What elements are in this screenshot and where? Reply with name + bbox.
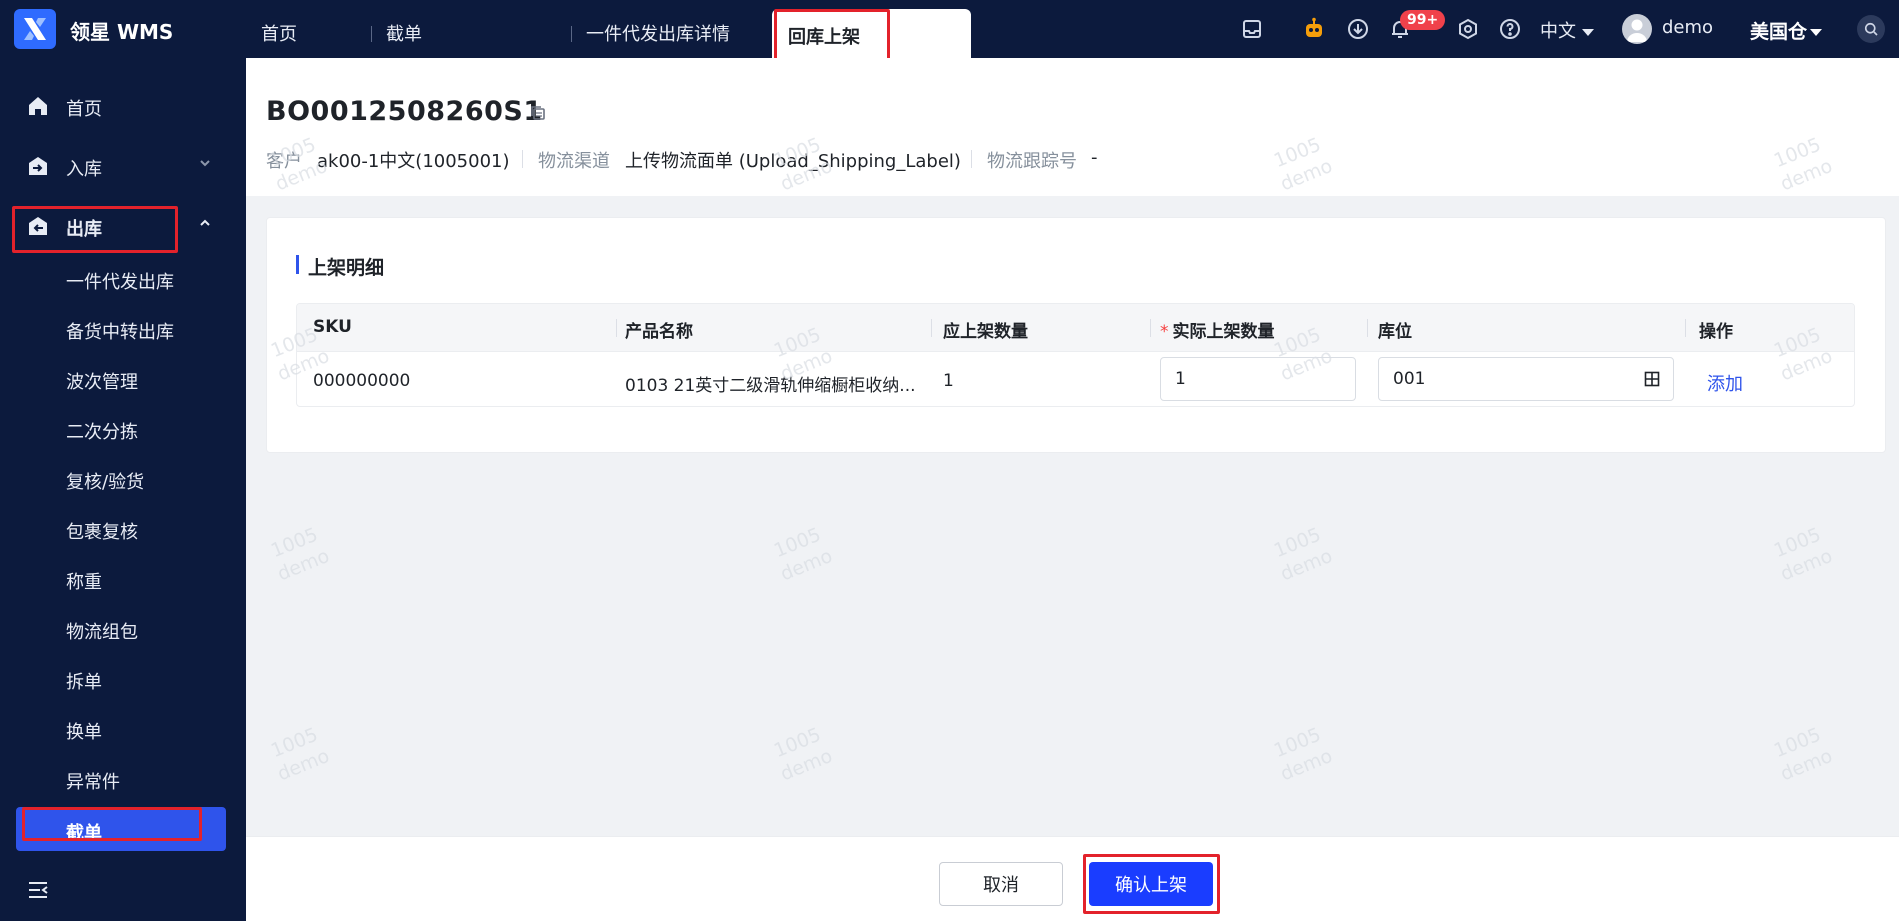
language-label: 中文 [1540, 21, 1576, 42]
sidebar-subitem-change-label[interactable]: 换单 [66, 718, 102, 744]
sidebar-subitem-split-order[interactable]: 拆单 [66, 668, 102, 694]
location-input[interactable]: 001 [1378, 357, 1674, 401]
tracking-label: 物流跟踪号 [987, 151, 1077, 172]
column-header-actual-qty: * 实际上架数量 [1160, 317, 1275, 342]
watermark: 1005 demo [768, 522, 836, 587]
help-icon[interactable] [1498, 17, 1522, 41]
column-header-action: 操作 [1699, 322, 1733, 342]
copy-icon[interactable] [529, 104, 547, 122]
sidebar-subitem-weighing[interactable]: 称重 [66, 568, 102, 594]
sidebar-subitem-label: 截单 [66, 823, 102, 844]
warehouse-label: 美国仓 [1750, 21, 1808, 43]
search-button[interactable] [1857, 15, 1885, 43]
sidebar-subitem-exceptions[interactable]: 异常件 [66, 768, 120, 794]
channel-label: 物流渠道 [538, 151, 610, 172]
outbound-icon [29, 217, 47, 235]
watermark: 1005 demo [265, 522, 333, 587]
language-selector[interactable]: 中文 [1540, 17, 1594, 43]
required-mark: * [1160, 322, 1169, 342]
column-header-product-name: 产品名称 [625, 322, 693, 342]
tab-divider [571, 26, 572, 42]
tracking-value: - [1091, 147, 1098, 168]
home-icon [29, 97, 47, 115]
sidebar-subitem-logistics-grouping[interactable]: 物流组包 [66, 618, 138, 644]
inbound-icon [29, 157, 47, 175]
confirm-putaway-button[interactable]: 确认上架 [1089, 862, 1213, 906]
chevron-down-icon [200, 160, 210, 167]
location-picker-icon[interactable] [1644, 371, 1660, 387]
watermark: 1005 demo [1268, 522, 1336, 587]
sidebar-subitem-cutoff-order[interactable]: 截单 [16, 807, 226, 851]
sidebar-subitem-package-review[interactable]: 包裹复核 [66, 518, 138, 544]
sidebar-item-home[interactable]: 首页 [0, 82, 246, 130]
tab-return-putaway-label: 回库上架 [788, 27, 860, 48]
chevron-down-icon [1582, 28, 1594, 36]
sidebar-subitem-secondary-sorting[interactable]: 二次分拣 [66, 418, 138, 444]
user-avatar-icon [1627, 19, 1647, 42]
column-divider [931, 319, 932, 337]
chevron-up-icon [200, 219, 210, 226]
watermark: 1005 demo [1768, 522, 1836, 587]
sidebar-item-label: 首页 [66, 99, 102, 120]
putaway-table: SKU 产品名称 应上架数量 * 实际上架数量 库位 操作 000000000 0… [296, 303, 1855, 407]
watermark: 1005 demo [265, 722, 333, 787]
watermark: 1005 demo [1768, 722, 1836, 787]
tab-return-putaway[interactable]: 回库上架 [772, 9, 971, 58]
collapse-menu-icon[interactable] [26, 878, 50, 902]
download-icon[interactable] [1346, 17, 1370, 41]
watermark: 1005 demo [768, 722, 836, 787]
tab-home[interactable]: 首页 [261, 22, 297, 48]
column-header-label: 实际上架数量 [1172, 322, 1275, 342]
tab-dropship-outbound-detail[interactable]: 一件代发出库详情 [586, 22, 730, 48]
sidebar-subitem-review-inspection[interactable]: 复核/验货 [66, 468, 144, 494]
settings-icon[interactable] [1456, 17, 1480, 41]
cell-sku: 000000000 [313, 371, 411, 391]
cell-product-name: 0103 21英寸二级滑轨伸缩橱柜收纳... [625, 376, 916, 396]
search-icon [1864, 22, 1878, 36]
tab-divider [371, 26, 372, 42]
avatar[interactable] [1622, 14, 1652, 44]
order-header-panel [246, 58, 1899, 196]
brand-name: 领星 WMS [70, 20, 174, 44]
robot-icon[interactable] [1302, 17, 1326, 41]
inbox-icon[interactable] [1240, 17, 1264, 41]
sidebar-subitem-wave-management[interactable]: 波次管理 [66, 368, 138, 394]
table-header [297, 304, 1854, 352]
order-number: BO0012508260S1 [266, 96, 543, 127]
column-header-location: 库位 [1378, 322, 1412, 342]
footer-bar [246, 836, 1899, 921]
notification-badge: 99+ [1400, 10, 1446, 30]
meta-divider [971, 150, 972, 168]
sidebar-subitem-dropship-outbound[interactable]: 一件代发出库 [66, 268, 174, 294]
meta-divider [522, 150, 523, 168]
watermark: 1005 demo [1268, 722, 1336, 787]
chevron-down-icon [1810, 29, 1823, 36]
sidebar-item-label: 入库 [66, 159, 102, 180]
sidebar-item-outbound[interactable]: 出库 [0, 202, 246, 250]
user-name[interactable]: demo [1662, 17, 1713, 38]
column-divider [1685, 319, 1686, 337]
customer-value: ak00-1中文(1005001) [317, 151, 510, 172]
cancel-button[interactable]: 取消 [939, 862, 1063, 906]
tab-cutoff-order[interactable]: 截单 [386, 22, 422, 48]
column-divider [1367, 319, 1368, 337]
column-divider [616, 319, 617, 337]
section-title: 上架明细 [296, 253, 384, 280]
sidebar-subitem-transfer-outbound[interactable]: 备货中转出库 [66, 318, 174, 344]
column-header-expected-qty: 应上架数量 [943, 322, 1028, 342]
cell-expected-qty: 1 [943, 371, 954, 391]
sidebar-item-label: 出库 [66, 219, 102, 240]
column-divider [1150, 319, 1151, 337]
add-link[interactable]: 添加 [1707, 370, 1743, 396]
warehouse-selector[interactable]: 美国仓 [1750, 17, 1823, 44]
app-logo[interactable] [14, 9, 56, 49]
sidebar-item-inbound[interactable]: 入库 [0, 142, 246, 190]
logo-mark-icon [24, 18, 46, 40]
